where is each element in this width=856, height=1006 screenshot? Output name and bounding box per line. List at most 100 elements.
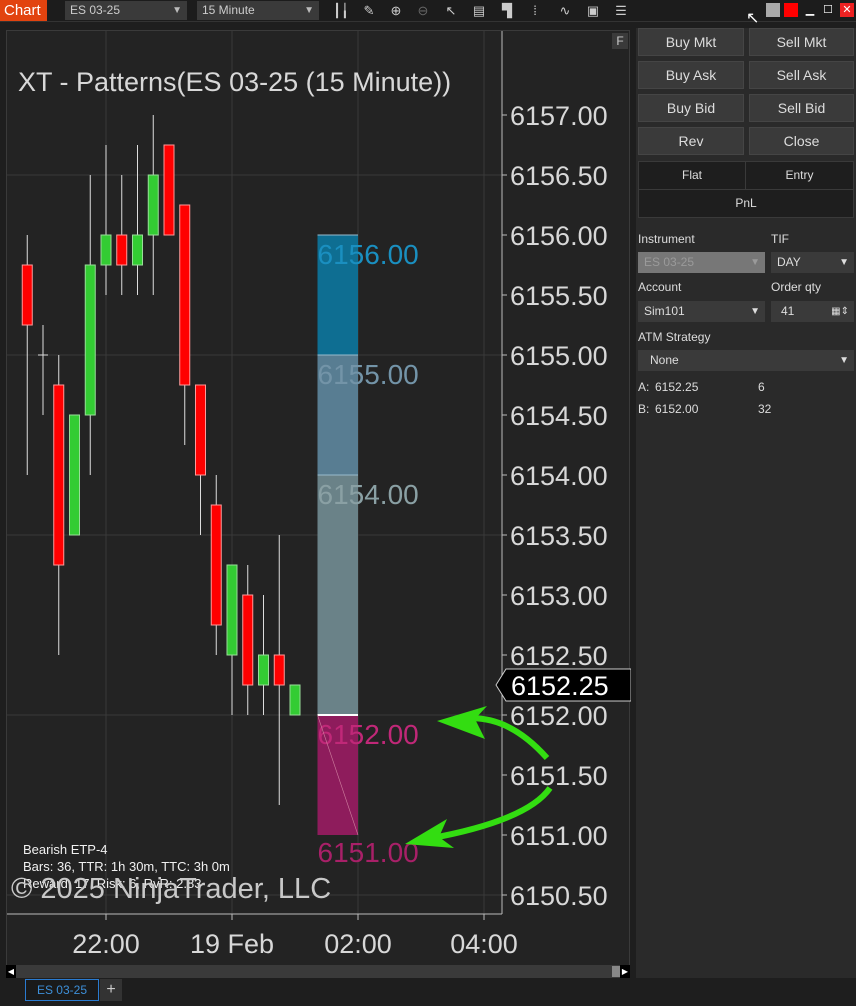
last-price-label: 6152.25	[511, 671, 609, 701]
target-zone	[317, 475, 358, 715]
bid-price: 6152.00	[655, 402, 699, 416]
chart-area[interactable]: 6156.00 6155.00 6154.00 6152.00 6151.00 6157.…	[6, 30, 631, 967]
zoom-out-icon[interactable]: ⊖	[414, 2, 432, 20]
volume-icon[interactable]: ⁞	[526, 2, 544, 20]
ask-size: 6	[758, 380, 765, 394]
account-value: Sim101	[644, 304, 685, 318]
candle-body	[53, 384, 65, 566]
zone-label: 6155.00	[318, 359, 419, 390]
close-button[interactable]: Close	[749, 127, 854, 155]
price-tick-label: 6154.50	[510, 401, 608, 431]
candle-body	[289, 684, 301, 716]
interval-value: 15 Minute	[202, 3, 255, 17]
minimize-icon[interactable]: ▁	[803, 3, 817, 17]
qty-input[interactable]: 41 ▦⇕	[771, 301, 854, 322]
instrument-label: Instrument	[638, 232, 695, 246]
flat-display: Flat	[638, 161, 746, 190]
candle-body	[84, 264, 96, 416]
sell-mkt-button[interactable]: Sell Mkt	[749, 28, 854, 56]
chevron-down-icon: ▼	[750, 257, 760, 268]
time-tick-label: 19 Feb	[190, 929, 274, 959]
arrowhead-upper-icon	[437, 706, 487, 739]
chevron-down-icon: ▼	[750, 306, 760, 317]
pencil-icon[interactable]: ✎	[360, 2, 378, 20]
properties-icon[interactable]: ▣	[584, 2, 602, 20]
toolbar: Chart ES 03-25 ▼ 15 Minute ▼ ┃╽ ✎ ⊕ ⊖ ↖ ▤ …	[0, 0, 856, 22]
list-icon[interactable]: ☰	[612, 2, 630, 20]
price-tick-label: 6152.50	[510, 641, 608, 671]
bar-chart-icon[interactable]: ┃╽	[332, 2, 350, 20]
ask-label: A:	[638, 380, 650, 394]
tab-es-03-25[interactable]: ES 03-25	[25, 979, 99, 1001]
calculator-spinner-icon[interactable]: ▦⇕	[831, 301, 849, 322]
candle-body	[163, 144, 175, 236]
add-tab-button[interactable]: +	[100, 979, 122, 1001]
buy-bid-button[interactable]: Buy Bid	[638, 94, 744, 122]
pattern-name: Bearish ETP-4	[23, 842, 108, 857]
candle-body	[132, 234, 143, 266]
tif-select[interactable]: DAY ▼	[771, 252, 854, 273]
time-tick-label: 02:00	[324, 929, 392, 959]
zoom-in-icon[interactable]: ⊕	[387, 2, 405, 20]
zone-label: 6156.00	[318, 239, 419, 270]
bid-size: 32	[758, 402, 772, 416]
tif-label: TIF	[771, 232, 789, 246]
rev-button[interactable]: Rev	[638, 127, 744, 155]
price-tick-label: 6151.00	[510, 821, 608, 851]
sell-bid-button[interactable]: Sell Bid	[749, 94, 854, 122]
buy-mkt-button[interactable]: Buy Mkt	[638, 28, 744, 56]
zone-label: 6152.00	[318, 719, 419, 750]
price-tick-label: 6150.50	[510, 881, 608, 911]
bottom-tabs: ES 03-25 +	[0, 978, 856, 1006]
instrument-select[interactable]: ES 03-25 ▼	[65, 1, 187, 20]
price-tick-label: 6153.50	[510, 521, 608, 551]
account-select[interactable]: Sim101 ▼	[638, 301, 765, 322]
instrument-value: ES 03-25	[644, 255, 695, 269]
scroll-thumb[interactable]	[612, 966, 620, 977]
pointer-icon[interactable]: ↖	[442, 2, 460, 20]
price-tick-label: 6157.00	[510, 101, 608, 131]
strategy-icon[interactable]: ∿	[556, 2, 574, 20]
account-label: Account	[638, 280, 682, 294]
candle-body	[226, 564, 238, 656]
qty-value: 41	[781, 304, 795, 318]
maximize-icon[interactable]: ☐	[821, 3, 835, 17]
window-red-icon[interactable]	[784, 3, 798, 17]
candle-body	[21, 264, 33, 326]
chevron-down-icon: ▼	[839, 355, 849, 366]
chart-canvas[interactable]: 6156.00 6155.00 6154.00 6152.00 6151.00 6157.…	[7, 31, 631, 967]
atm-value: None	[650, 353, 679, 367]
pnl-display: PnL	[638, 189, 854, 218]
scroll-left-icon[interactable]: ◀	[6, 965, 16, 978]
horizontal-scrollbar[interactable]: ◀ ▶	[6, 965, 630, 978]
candle-body	[69, 414, 80, 536]
scroll-right-icon[interactable]: ▶	[620, 965, 630, 978]
f-button[interactable]: F	[612, 33, 628, 49]
instrument-select[interactable]: ES 03-25 ▼	[638, 252, 765, 273]
close-icon[interactable]: ✕	[840, 3, 854, 17]
candle-body	[210, 504, 222, 626]
qty-label: Order qty	[771, 280, 822, 294]
price-tick-label: 6156.00	[510, 221, 608, 251]
atm-select[interactable]: None ▼	[638, 350, 854, 371]
candle-body	[100, 234, 112, 266]
price-tick-label: 6155.50	[510, 281, 608, 311]
chart-trader-icon[interactable]: ▜	[498, 2, 516, 20]
price-tick-label: 6155.00	[510, 341, 608, 371]
mouse-cursor-icon: ↖	[746, 10, 760, 27]
watermark: © 2025 NinjaTrader, LLC	[11, 873, 332, 905]
price-tick-label: 6154.00	[510, 461, 608, 491]
atm-label: ATM Strategy	[638, 330, 711, 344]
chart-tab[interactable]: Chart	[0, 0, 47, 21]
data-box-icon[interactable]: ▤	[470, 2, 488, 20]
chart-title: XT - Patterns(ES 03-25 (15 Minute))	[18, 67, 452, 97]
interval-select[interactable]: 15 Minute ▼	[197, 1, 319, 20]
buy-ask-button[interactable]: Buy Ask	[638, 61, 744, 89]
instrument-value: ES 03-25	[70, 3, 121, 17]
tif-value: DAY	[777, 255, 801, 269]
sell-ask-button[interactable]: Sell Ask	[749, 61, 854, 89]
candle-body	[273, 654, 285, 686]
price-tick-label: 6156.50	[510, 161, 608, 191]
window-gray-icon[interactable]	[766, 3, 780, 17]
chart-trader-panel: Buy Mkt Sell Mkt Buy Ask Sell Ask Buy Bi…	[636, 28, 856, 978]
